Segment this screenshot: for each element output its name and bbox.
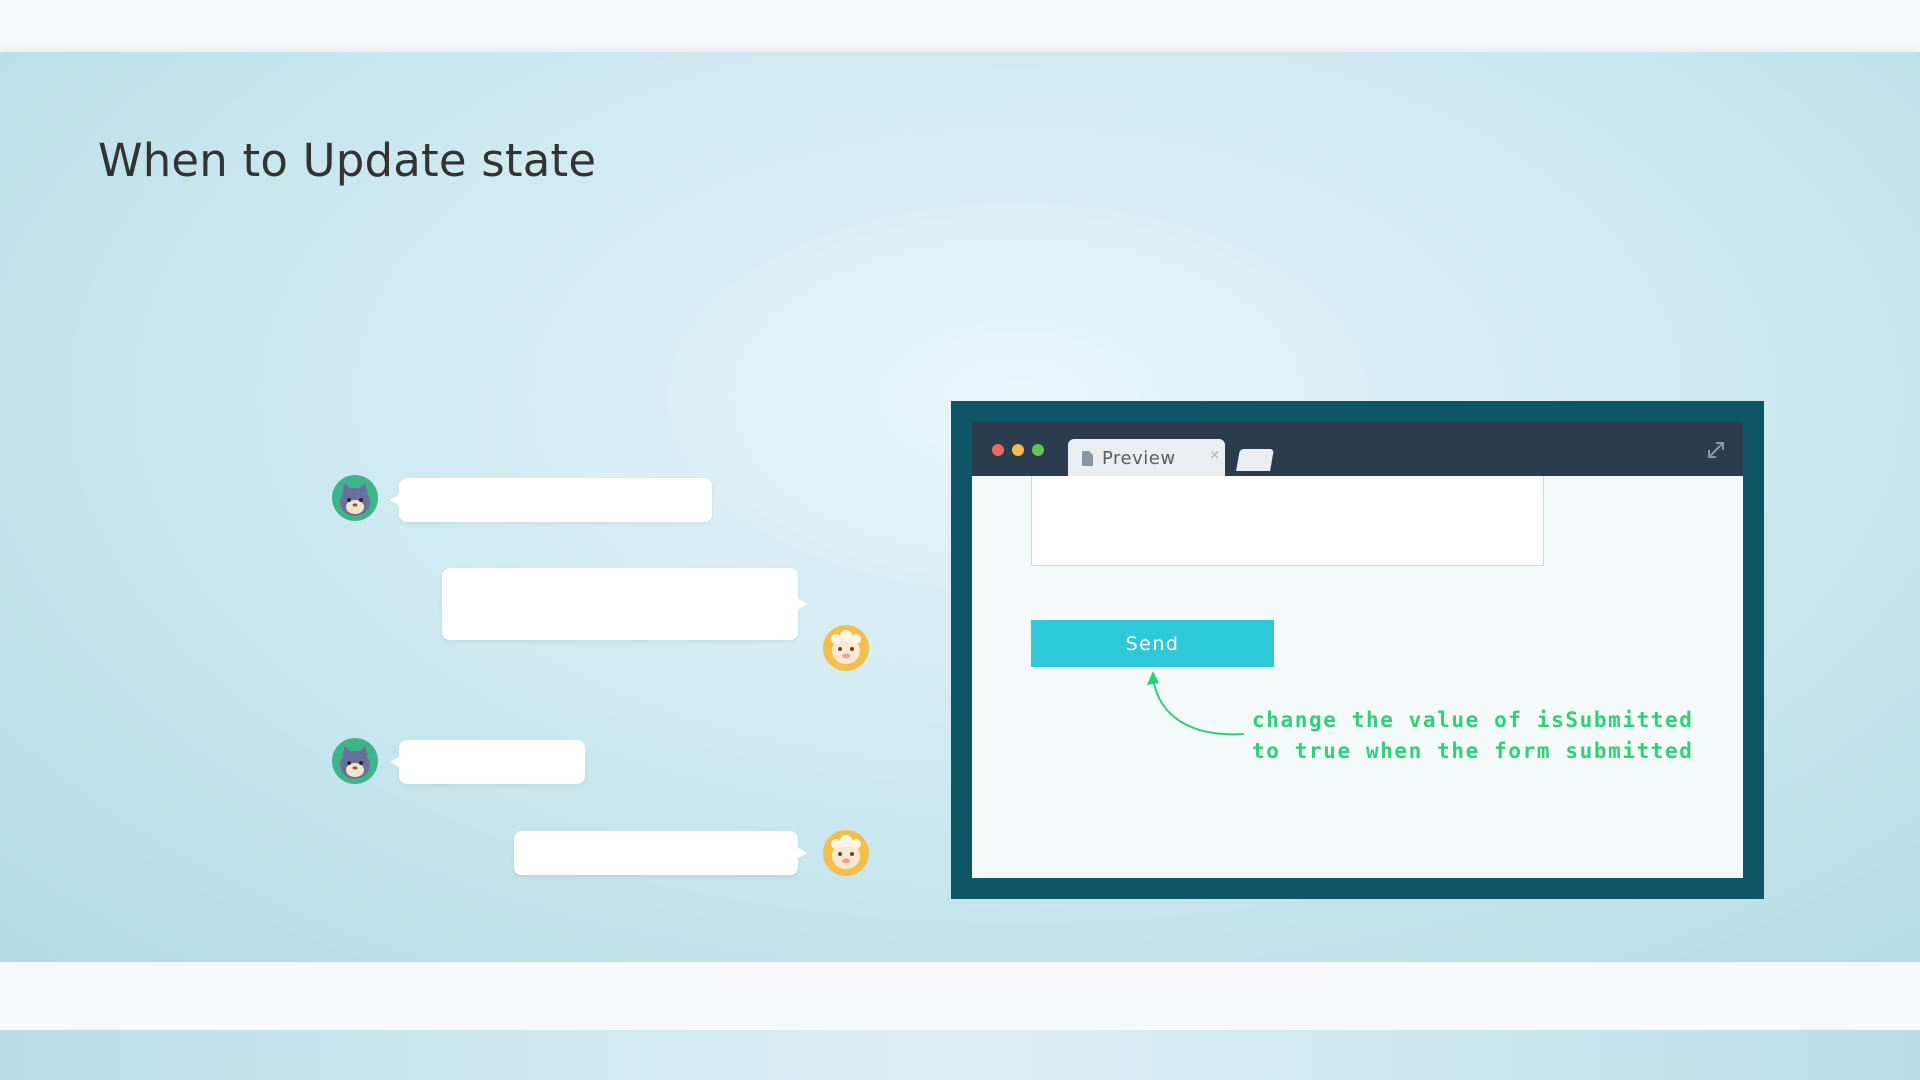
close-window-dot[interactable] [992,444,1004,456]
annotation-line-1: change the value of isSubmitted [1252,708,1694,732]
chat-bubble-incoming [390,740,585,784]
tab-label: Preview [1102,448,1176,469]
maximize-window-dot[interactable] [1032,444,1044,456]
expand-icon[interactable] [1705,439,1727,461]
close-tab-icon[interactable]: × [1210,447,1219,465]
browser-titlebar: Preview × [972,422,1743,476]
presentation-slide: When to Update state Preview × Send chan… [0,52,1920,962]
message-textarea[interactable] [1031,476,1544,566]
cat-avatar-icon [332,738,378,784]
send-button[interactable]: Send [1031,620,1274,667]
cat-avatar-icon [332,475,378,521]
next-slide-preview [0,1030,1920,1080]
slide-title: When to Update state [98,134,597,187]
sheep-avatar-icon [823,830,869,876]
top-page-strip [0,0,1920,52]
annotation-line-2: to true when the form submitted [1252,739,1694,763]
chat-bubble-incoming [390,478,712,522]
browser-mockup: Preview × Send change the value of isSub… [951,401,1764,899]
sheep-avatar-icon [823,625,869,671]
chat-bubble-outgoing [442,568,807,640]
browser-window: Preview × Send change the value of isSub… [972,422,1743,878]
document-icon [1082,451,1093,466]
minimize-window-dot[interactable] [1012,444,1024,456]
tab-preview[interactable]: Preview × [1068,439,1225,476]
new-tab-button[interactable] [1236,449,1274,471]
chat-bubble-outgoing [514,831,807,875]
slide-gap [0,962,1920,1030]
annotation-text: change the value of isSubmitted to true … [1252,705,1694,767]
